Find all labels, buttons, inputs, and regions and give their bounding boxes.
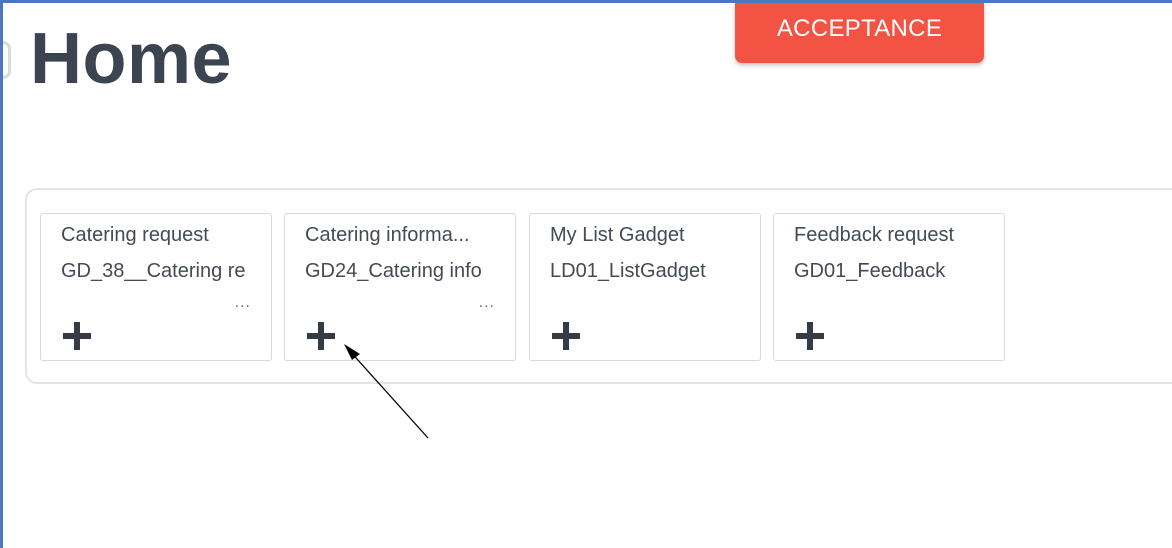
plus-icon[interactable] xyxy=(307,322,335,350)
gadget-card-code: GD24_Catering info xyxy=(305,260,482,282)
gadget-card-title: Feedback request xyxy=(794,224,955,246)
collapsed-nav-stub xyxy=(3,41,11,79)
app-frame: Home ACCEPTANCE Catering request GD_38__… xyxy=(0,0,1172,548)
gadget-card-my-list-gadget[interactable]: My List Gadget LD01_ListGadget xyxy=(529,213,761,361)
plus-icon[interactable] xyxy=(63,322,91,350)
plus-icon[interactable] xyxy=(552,322,580,350)
page-title: Home xyxy=(30,19,233,99)
more-indicator: ... xyxy=(234,294,251,311)
plus-icon[interactable] xyxy=(796,322,824,350)
gadget-card-title: My List Gadget xyxy=(550,224,685,246)
gadget-card-title: Catering request xyxy=(61,224,209,246)
gadget-card-code: GD01_Feedback xyxy=(794,260,946,282)
acceptance-button[interactable]: ACCEPTANCE xyxy=(735,3,984,63)
gadget-card-code: LD01_ListGadget xyxy=(550,260,706,282)
gadget-card-title: Catering informa... xyxy=(305,224,470,246)
more-indicator: ... xyxy=(478,294,495,311)
gadget-card-catering-information[interactable]: Catering informa... GD24_Catering info .… xyxy=(284,213,516,361)
gadget-card-code: GD_38__Catering re xyxy=(61,260,246,282)
gadget-card-catering-request[interactable]: Catering request GD_38__Catering re ... xyxy=(40,213,272,361)
gadget-card-feedback-request[interactable]: Feedback request GD01_Feedback xyxy=(773,213,1005,361)
